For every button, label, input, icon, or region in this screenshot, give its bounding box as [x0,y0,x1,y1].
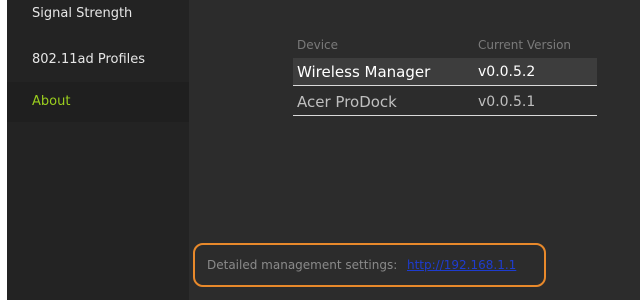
column-header-version: Current Version [478,38,572,52]
device-version: v0.0.5.1 [478,94,536,110]
management-settings-link[interactable]: http://192.168.1.1 [407,245,516,285]
management-settings-highlight: Detailed management settings: http://192… [193,243,546,287]
sidebar: Signal Strength 802.11ad Profiles About [7,0,189,300]
sidebar-item-label: Signal Strength [32,6,133,21]
management-settings-label: Detailed management settings: [207,258,398,272]
column-header-device: Device [297,38,339,52]
table-row[interactable]: Acer ProDock v0.0.5.1 [293,88,597,116]
sidebar-item-label: 802.11ad Profiles [32,52,146,67]
device-name: Wireless Manager [297,63,431,81]
sidebar-item-signal-strength[interactable]: Signal Strength [7,4,189,26]
sidebar-item-about[interactable]: About [7,82,189,122]
table-row[interactable]: Wireless Manager v0.0.5.2 [293,58,597,86]
sidebar-item-label: About [32,94,71,109]
sidebar-item-profiles[interactable]: 802.11ad Profiles [7,47,189,73]
device-name: Acer ProDock [297,93,397,111]
device-version: v0.0.5.2 [478,64,536,80]
